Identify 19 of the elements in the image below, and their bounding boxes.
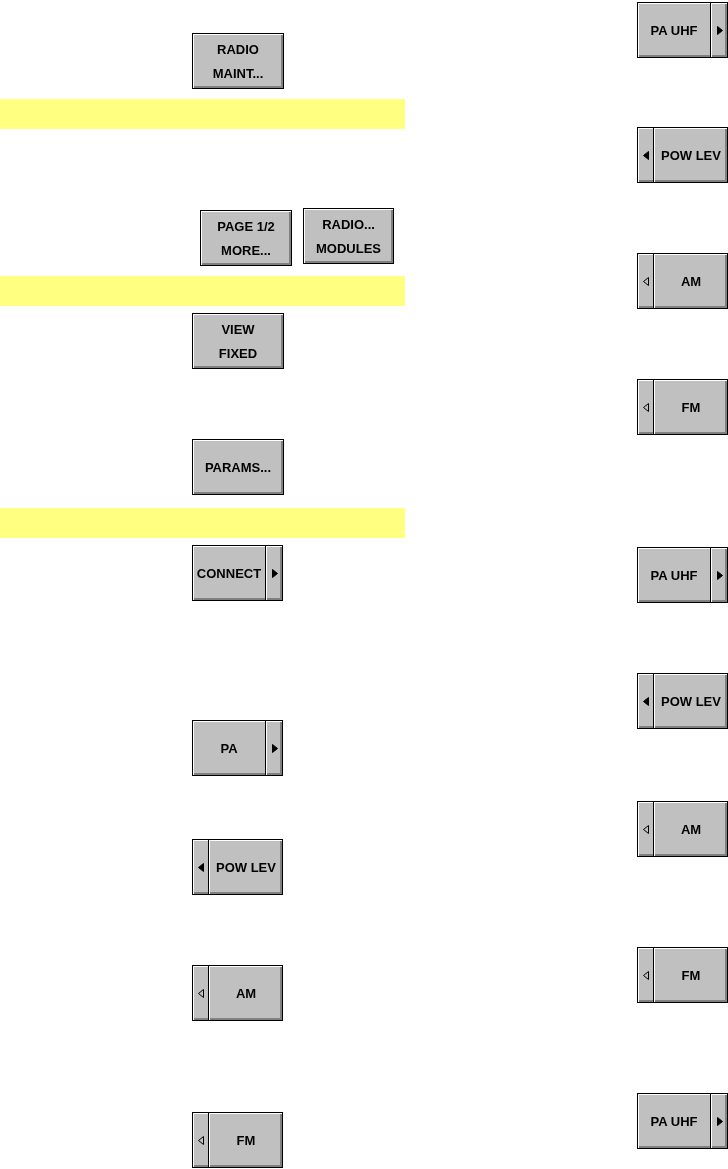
- option-button[interactable]: AM: [637, 801, 728, 857]
- option-button[interactable]: POW LEV: [637, 127, 728, 183]
- option-button[interactable]: AM: [192, 965, 283, 1021]
- soft-key-button[interactable]: VIEW FIXED: [192, 313, 284, 369]
- submenu-button[interactable]: PA UHF: [637, 547, 728, 603]
- option-button[interactable]: FM: [637, 379, 728, 435]
- submenu-button[interactable]: PA UHF: [637, 1093, 728, 1149]
- option-button[interactable]: AM: [637, 253, 728, 309]
- option-button[interactable]: FM: [192, 1112, 283, 1168]
- option-button[interactable]: FM: [637, 947, 728, 1003]
- soft-key-button[interactable]: RADIO... MODULES: [303, 208, 394, 264]
- soft-key-button[interactable]: RADIO MAINT...: [192, 33, 284, 89]
- submenu-button[interactable]: PA: [192, 720, 283, 776]
- submenu-button[interactable]: PA UHF: [637, 2, 728, 58]
- option-button[interactable]: POW LEV: [192, 839, 283, 895]
- option-button[interactable]: POW LEV: [637, 673, 728, 729]
- submenu-button[interactable]: CONNECT: [192, 545, 283, 601]
- soft-key-button[interactable]: PAGE 1/2 MORE...: [200, 210, 292, 266]
- soft-key-button[interactable]: PARAMS...: [192, 439, 284, 495]
